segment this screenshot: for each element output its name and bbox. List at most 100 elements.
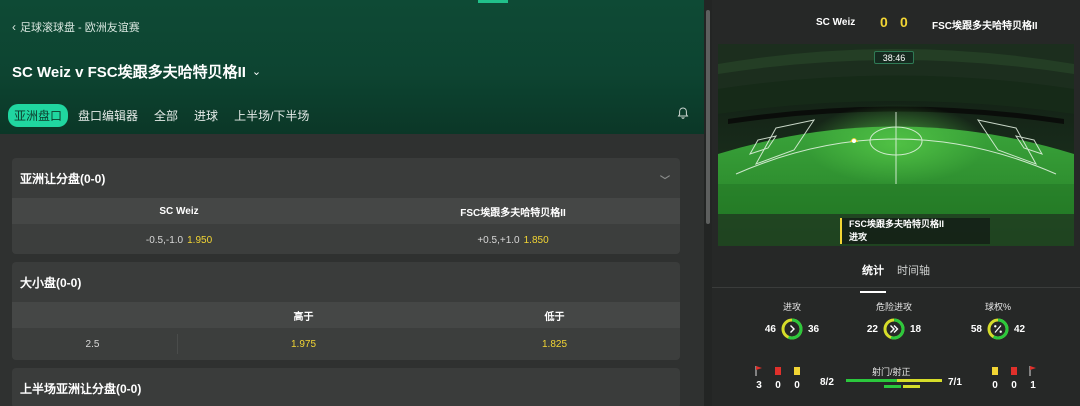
- stat-possession: 球权% 58 42: [958, 300, 1038, 346]
- tab-all[interactable]: 全部: [148, 104, 184, 127]
- percent-icon: [994, 325, 1002, 333]
- odds-cell-away[interactable]: +0.5,+1.0 1.850: [346, 224, 680, 254]
- market-header[interactable]: 亚洲让分盘(0-0) ﹀: [12, 158, 680, 198]
- odds-cell-over[interactable]: 1.975: [178, 328, 429, 360]
- dangerous-ring: [883, 318, 905, 340]
- tab-stats[interactable]: 统计: [860, 262, 886, 293]
- market-asian-handicap: 亚洲让分盘(0-0) ﹀ SC Weiz FSC埃跟多夫哈特贝格II -0.5,…: [12, 158, 680, 254]
- stadium-illustration: [718, 44, 1074, 246]
- match-clock: 38:46: [874, 51, 914, 64]
- on-target-bar: [884, 385, 920, 388]
- red-card-icon: [775, 367, 781, 375]
- chevron-right-icon: [790, 325, 795, 333]
- on-target-home: [884, 385, 901, 388]
- market-header[interactable]: 上半场亚洲让分盘(0-0): [12, 368, 680, 406]
- stat-away-value: 18: [910, 323, 922, 335]
- stat-away-value: 42: [1014, 323, 1026, 335]
- shots-away-value: 7/1: [948, 377, 962, 388]
- breadcrumb[interactable]: ‹ 足球滚球盘 - 欧洲友谊赛: [12, 19, 140, 35]
- stat-label: 危险进攻: [875, 302, 912, 312]
- event-team: FSC埃跟多夫哈特贝格II: [849, 219, 945, 229]
- odds-cell-under[interactable]: 1.825: [429, 328, 680, 360]
- shots-bar-away: [896, 379, 942, 382]
- stat-tabs: 统计 时间轴: [712, 246, 1080, 293]
- shots-bar: [846, 379, 942, 382]
- column-over: 高于: [293, 311, 314, 323]
- odds-value: 1.975: [290, 338, 317, 350]
- scrollbar-thumb[interactable]: [706, 10, 710, 224]
- bell-icon[interactable]: [676, 106, 690, 120]
- total-line: 2.5: [85, 338, 100, 350]
- corner-flag-icon: [755, 366, 762, 376]
- scoreboard: SC Weiz 0 0 FSC埃跟多夫哈特贝格II: [712, 0, 1080, 44]
- cards-shots-row: 3 0 0 射门/射正 8/2 7/1 0 0 1: [712, 360, 1080, 406]
- possession-ring: [987, 318, 1009, 340]
- match-title-text: SC Weiz v FSC埃跟多夫哈特贝格II: [12, 64, 246, 81]
- shots-bar-home: [846, 379, 897, 382]
- chevron-down-icon[interactable]: ⌄: [252, 65, 261, 78]
- breadcrumb-label[interactable]: 足球滚球盘 - 欧洲友谊赛: [20, 19, 140, 35]
- column-home: SC Weiz: [159, 205, 199, 217]
- tab-goals[interactable]: 进球: [188, 104, 224, 127]
- market-title: 亚洲让分盘(0-0): [20, 171, 106, 186]
- column-line: [12, 302, 178, 328]
- stat-home-value: 46: [764, 323, 776, 335]
- away-corners: 1: [1026, 365, 1040, 391]
- handicap-line: +0.5,+1.0: [477, 234, 520, 246]
- away-score: 0: [900, 14, 908, 30]
- match-header: ‹ 足球滚球盘 - 欧洲友谊赛 SC Weiz v FSC埃跟多夫哈特贝格II …: [0, 0, 704, 134]
- odds-row: 2.5 1.975 1.825: [12, 328, 680, 360]
- odds-value: 1.825: [541, 338, 568, 350]
- shots-label: 射门/射正: [872, 367, 911, 377]
- tab-asian-lines[interactable]: 亚洲盘口: [8, 104, 69, 127]
- home-yellow-value: 0: [794, 380, 800, 391]
- market-over-under: 大小盘(0-0) 高于 低于 2.5 1.975 1.825: [12, 262, 680, 360]
- stat-label: 进攻: [782, 302, 801, 312]
- shots-home-value: 8/2: [820, 377, 834, 388]
- market-title: 大小盘(0-0): [20, 275, 82, 290]
- stat-away-value: 36: [808, 323, 820, 335]
- corner-flag-icon: [1029, 366, 1036, 376]
- event-type: 进攻: [849, 232, 868, 242]
- tab-bet-builder[interactable]: 盘口编辑器: [72, 104, 144, 127]
- tab-timeline[interactable]: 时间轴: [897, 262, 930, 278]
- away-red-cards: 0: [1007, 365, 1021, 391]
- market-panel: ‹ 足球滚球盘 - 欧洲友谊赛 SC Weiz v FSC埃跟多夫哈特贝格II …: [0, 0, 704, 406]
- stat-attacks: 进攻 46 36: [752, 300, 832, 346]
- market-first-half-asian: 上半场亚洲让分盘(0-0): [12, 368, 680, 406]
- red-card-icon: [1011, 367, 1017, 375]
- away-yellow-value: 0: [992, 380, 998, 391]
- away-team-name: FSC埃跟多夫哈特贝格II: [932, 21, 1038, 32]
- stat-label: 球权%: [984, 302, 1011, 312]
- event-indicator: FSC埃跟多夫哈特贝格II 进攻: [840, 218, 990, 244]
- stat-home-value: 58: [970, 323, 982, 335]
- page-title[interactable]: SC Weiz v FSC埃跟多夫哈特贝格II ⌄: [12, 61, 261, 82]
- away-yellow-cards: 0: [988, 365, 1002, 391]
- odds-cell-home[interactable]: -0.5,-1.0 1.950: [12, 224, 346, 254]
- top-accent-bar: [478, 0, 508, 3]
- pitch-visual: [718, 44, 1074, 246]
- home-score: 0: [880, 14, 888, 30]
- chevron-left-icon[interactable]: ‹: [12, 20, 16, 34]
- odds-value: 1.850: [523, 234, 549, 246]
- tab-half[interactable]: 上半场/下半场: [228, 104, 315, 127]
- home-red-value: 0: [775, 380, 781, 391]
- stat-dangerous-attacks: 危险进攻 22 18: [854, 300, 934, 346]
- column-away: FSC埃跟多夫哈特贝格II: [460, 207, 566, 219]
- chevron-up-icon[interactable]: ﹀: [660, 172, 670, 187]
- double-chevron-icon: [890, 325, 899, 333]
- home-yellow-cards: 0: [790, 365, 804, 391]
- yellow-card-icon: [794, 367, 800, 375]
- away-red-value: 0: [1011, 380, 1017, 391]
- column-headers: SC Weiz FSC埃跟多夫哈特贝格II: [12, 198, 680, 224]
- column-under: 低于: [544, 311, 565, 323]
- attacks-ring: [781, 318, 803, 340]
- market-header[interactable]: 大小盘(0-0): [12, 262, 680, 302]
- home-red-cards: 0: [771, 365, 785, 391]
- away-corners-value: 1: [1030, 380, 1036, 391]
- stat-home-value: 22: [866, 323, 878, 335]
- home-team-name: SC Weiz: [816, 17, 856, 28]
- odds-row: -0.5,-1.0 1.950 +0.5,+1.0 1.850: [12, 224, 680, 254]
- yellow-card-icon: [992, 367, 998, 375]
- odds-value: 1.950: [187, 234, 213, 246]
